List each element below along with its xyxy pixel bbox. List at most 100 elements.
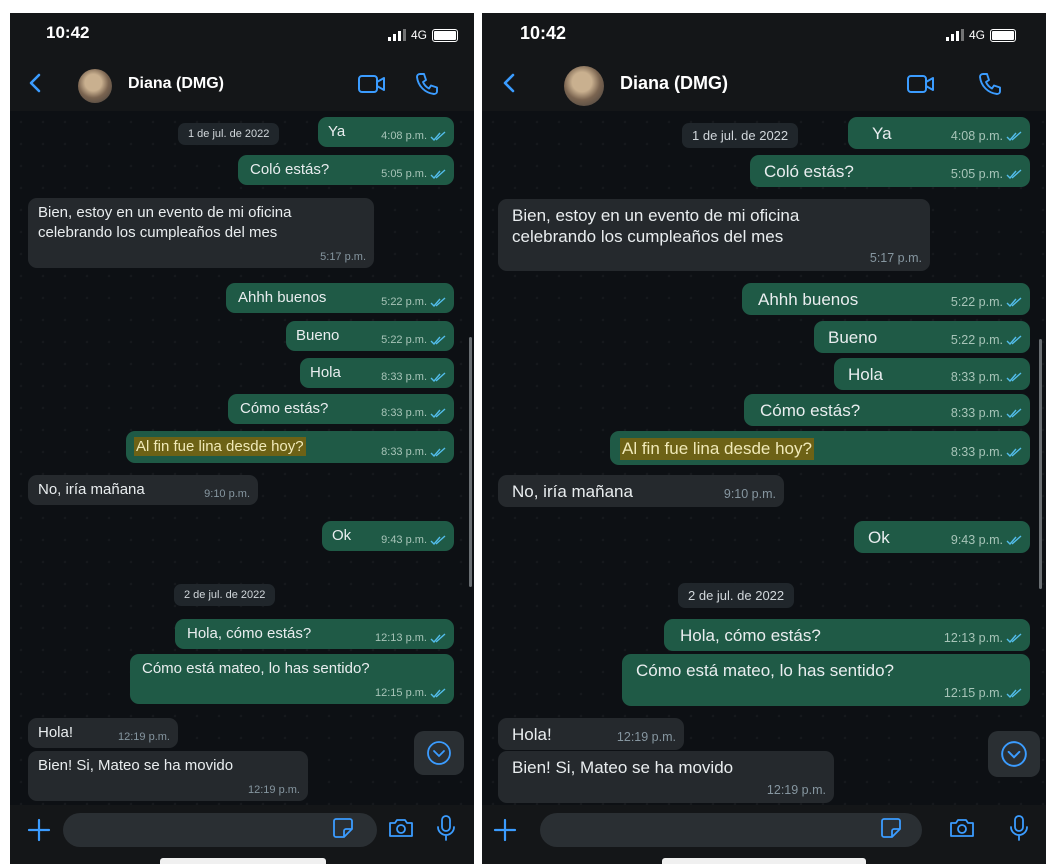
microphone-icon[interactable] bbox=[1008, 814, 1030, 842]
scroll-down-icon bbox=[1001, 741, 1027, 767]
message-list[interactable]: 1 de jul. de 2022 Ya 4:08 p.m. Coló está… bbox=[482, 111, 1046, 805]
scroll-down-button[interactable] bbox=[414, 731, 464, 775]
message-bubble-outgoing[interactable]: Hola 8:33 p.m. bbox=[834, 358, 1030, 390]
signal-icon bbox=[387, 29, 406, 41]
scrollbar[interactable] bbox=[469, 337, 472, 587]
back-chevron-icon[interactable] bbox=[24, 71, 48, 95]
camera-icon[interactable] bbox=[948, 815, 976, 841]
double-check-icon bbox=[430, 633, 446, 643]
plus-icon[interactable] bbox=[492, 817, 518, 843]
message-text: Bien, estoy en un evento de mi oficina bbox=[38, 204, 292, 221]
message-time: 12:15 p.m. bbox=[375, 687, 427, 699]
sticker-icon[interactable] bbox=[330, 815, 356, 841]
message-bubble-outgoing[interactable]: Hola 8:33 p.m. bbox=[300, 358, 454, 388]
camera-icon[interactable] bbox=[387, 815, 415, 841]
message-bubble-outgoing[interactable]: Hola, cómo estás? 12:13 p.m. bbox=[175, 619, 454, 649]
message-bubble-incoming[interactable]: Bien! Si, Mateo se ha movido 12:19 p.m. bbox=[28, 751, 308, 801]
message-bubble-outgoing[interactable]: Ok 9:43 p.m. bbox=[854, 521, 1030, 553]
double-check-icon bbox=[1006, 688, 1022, 698]
message-text: Hola, cómo estás? bbox=[187, 625, 312, 642]
message-bubble-incoming[interactable]: No, iría mañana 9:10 p.m. bbox=[498, 475, 784, 507]
message-time: 12:13 p.m. bbox=[375, 632, 427, 644]
phone-call-icon[interactable] bbox=[414, 71, 440, 97]
microphone-icon[interactable] bbox=[435, 814, 457, 842]
message-time: 12:19 p.m. bbox=[118, 731, 170, 743]
message-bubble-outgoing[interactable]: Al fin fue lina desde hoy? 8:33 p.m. bbox=[126, 431, 454, 463]
message-bubble-outgoing[interactable]: Ahhh buenos 5:22 p.m. bbox=[226, 283, 454, 313]
double-check-icon bbox=[1006, 169, 1022, 179]
scroll-down-icon bbox=[427, 741, 451, 765]
home-indicator bbox=[662, 858, 866, 864]
message-bubble-outgoing[interactable]: Bueno 5:22 p.m. bbox=[286, 321, 454, 351]
message-bubble-outgoing[interactable]: Bueno 5:22 p.m. bbox=[814, 321, 1030, 353]
double-check-icon bbox=[430, 169, 446, 179]
back-chevron-icon[interactable] bbox=[498, 71, 522, 95]
message-time: 12:19 p.m. bbox=[248, 784, 300, 796]
contact-name[interactable]: Diana (DMG) bbox=[128, 75, 224, 93]
message-bubble-outgoing[interactable]: Cómo estás? 8:33 p.m. bbox=[744, 394, 1030, 426]
message-bubble-incoming[interactable]: Bien, estoy en un evento de mi oficina c… bbox=[28, 198, 374, 268]
chat-screenshot-right: 10:42 4G Diana (DMG) 1 de jul. de 2022 Y… bbox=[482, 13, 1046, 864]
message-bubble-outgoing[interactable]: Hola, cómo estás? 12:13 p.m. bbox=[664, 619, 1030, 651]
message-bubble-incoming[interactable]: Hola! 12:19 p.m. bbox=[498, 718, 684, 750]
message-text-highlighted: Al fin fue lina desde hoy? bbox=[134, 437, 306, 456]
message-list[interactable]: 1 de jul. de 2022 Ya 4:08 p.m. Coló está… bbox=[10, 111, 474, 805]
scrollbar[interactable] bbox=[1039, 339, 1042, 589]
message-bubble-outgoing[interactable]: Coló estás? 5:05 p.m. bbox=[750, 155, 1030, 187]
message-time: 5:17 p.m. bbox=[869, 251, 922, 265]
message-bubble-incoming[interactable]: Bien, estoy en un evento de mi oficina c… bbox=[498, 199, 930, 271]
message-bubble-outgoing[interactable]: Cómo está mateo, lo has sentido? 12:15 p… bbox=[622, 654, 1030, 706]
double-check-icon bbox=[430, 372, 446, 382]
message-time: 8:33 p.m. bbox=[381, 371, 427, 383]
double-check-icon bbox=[430, 447, 446, 457]
date-divider: 1 de jul. de 2022 bbox=[682, 123, 799, 148]
message-text: Hola! bbox=[512, 725, 552, 744]
avatar[interactable] bbox=[564, 66, 604, 106]
message-text: Bien! Si, Mateo se ha movido bbox=[38, 757, 234, 774]
message-input[interactable] bbox=[540, 813, 922, 847]
message-text: Cómo estás? bbox=[760, 401, 861, 420]
avatar[interactable] bbox=[78, 69, 112, 103]
message-bubble-incoming[interactable]: Hola! 12:19 p.m. bbox=[28, 718, 178, 748]
message-text: celebrando los cumpleaños del mes bbox=[512, 227, 784, 246]
status-bar: 10:42 4G bbox=[482, 13, 1046, 59]
message-time: 8:33 p.m. bbox=[381, 446, 427, 458]
double-check-icon bbox=[1006, 633, 1022, 643]
message-bubble-incoming[interactable]: Bien! Si, Mateo se ha movido 12:19 p.m. bbox=[498, 751, 834, 803]
video-call-icon[interactable] bbox=[906, 73, 936, 95]
status-indicators: 4G bbox=[945, 28, 1016, 42]
message-bubble-outgoing[interactable]: Ya 4:08 p.m. bbox=[848, 117, 1030, 149]
input-bar bbox=[482, 805, 1046, 864]
sticker-icon[interactable] bbox=[878, 815, 904, 841]
double-check-icon bbox=[430, 688, 446, 698]
message-time: 5:22 p.m. bbox=[950, 295, 1003, 309]
message-text: Ok bbox=[868, 528, 890, 547]
message-bubble-outgoing[interactable]: Al fin fue lina desde hoy? 8:33 p.m. bbox=[610, 431, 1030, 465]
message-text: Ahhh buenos bbox=[238, 289, 327, 306]
message-bubble-incoming[interactable]: No, iría mañana 9:10 p.m. bbox=[28, 475, 258, 505]
message-time: 9:10 p.m. bbox=[204, 488, 250, 500]
network-label: 4G bbox=[410, 28, 427, 42]
phone-call-icon[interactable] bbox=[977, 71, 1003, 97]
contact-name[interactable]: Diana (DMG) bbox=[620, 73, 728, 94]
message-text: No, iría mañana bbox=[38, 481, 145, 498]
message-time: 5:22 p.m. bbox=[950, 333, 1003, 347]
message-bubble-outgoing[interactable]: Ok 9:43 p.m. bbox=[322, 521, 454, 551]
message-text: Hola bbox=[848, 365, 883, 384]
chat-header: Diana (DMG) bbox=[10, 59, 474, 112]
message-bubble-outgoing[interactable]: Cómo está mateo, lo has sentido? 12:15 p… bbox=[130, 654, 454, 704]
message-text: Bueno bbox=[296, 327, 340, 344]
message-bubble-outgoing[interactable]: Ahhh buenos 5:22 p.m. bbox=[742, 283, 1030, 315]
video-call-icon[interactable] bbox=[357, 73, 387, 95]
plus-icon[interactable] bbox=[26, 817, 52, 843]
message-text: Ya bbox=[872, 124, 892, 143]
message-bubble-outgoing[interactable]: Ya 4:08 p.m. bbox=[318, 117, 454, 147]
message-time: 5:05 p.m. bbox=[381, 168, 427, 180]
message-bubble-outgoing[interactable]: Coló estás? 5:05 p.m. bbox=[238, 155, 454, 185]
scroll-down-button[interactable] bbox=[988, 731, 1040, 777]
status-bar: 10:42 4G bbox=[10, 13, 474, 59]
message-text: Ya bbox=[328, 123, 346, 140]
message-time: 12:19 p.m. bbox=[616, 730, 676, 744]
message-time: 12:13 p.m. bbox=[943, 631, 1003, 645]
message-bubble-outgoing[interactable]: Cómo estás? 8:33 p.m. bbox=[228, 394, 454, 424]
